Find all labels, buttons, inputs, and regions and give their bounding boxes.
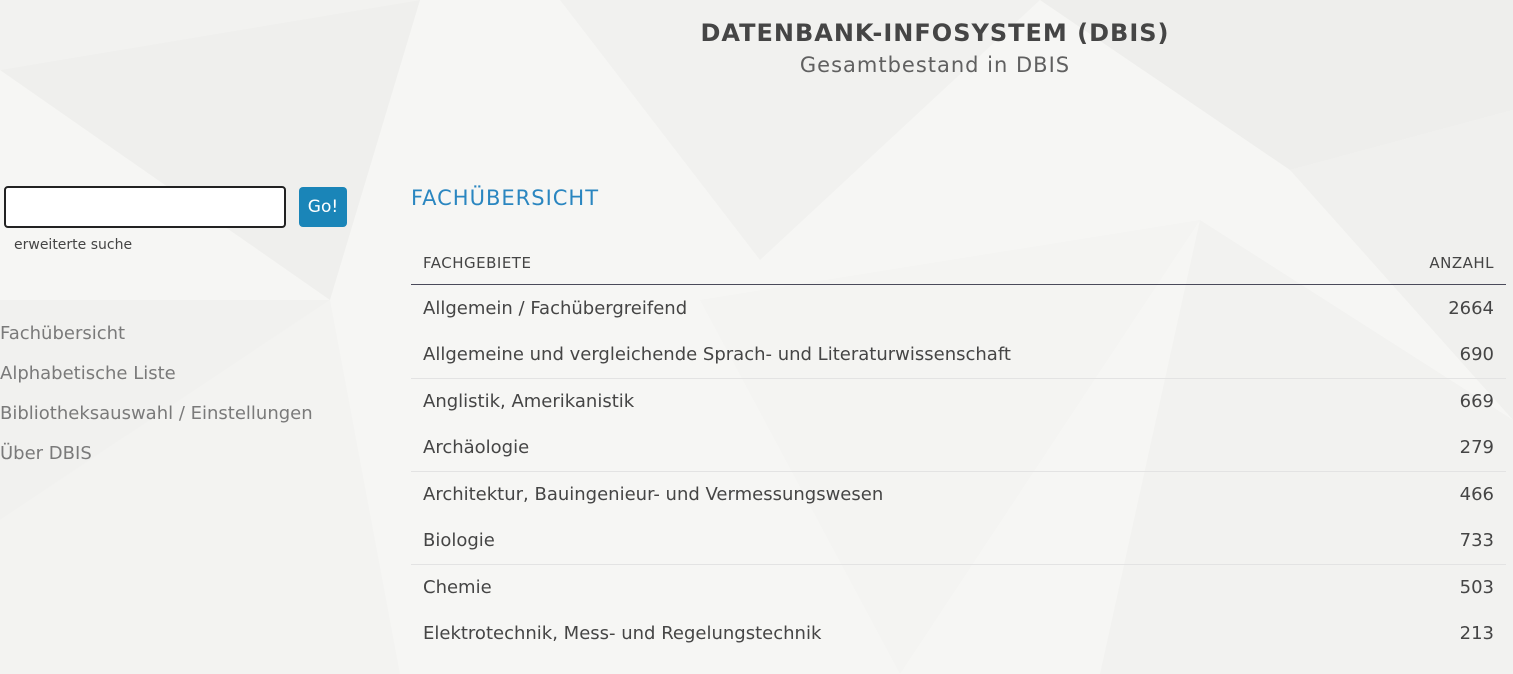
subject-count: 733 (1459, 530, 1494, 552)
subject-link[interactable]: Allgemein / Fachübergreifend (423, 298, 687, 319)
search-form: Go! (4, 186, 347, 228)
column-header-count: ANZAHL (1429, 254, 1494, 272)
table-row[interactable]: Biologie 733 (411, 518, 1506, 565)
subject-link[interactable]: Elektrotechnik, Mess- und Regelungstechn… (423, 623, 821, 644)
table-row[interactable]: Allgemein / Fachübergreifend 2664 (411, 285, 1506, 332)
search-input[interactable] (4, 186, 286, 228)
subject-count: 213 (1459, 623, 1494, 645)
subject-link[interactable]: Chemie (423, 577, 492, 598)
subject-link[interactable]: Biologie (423, 530, 495, 551)
table-row[interactable]: Elektrotechnik, Mess- und Regelungstechn… (411, 611, 1506, 658)
table-row[interactable]: Anglistik, Amerikanistik 669 (411, 378, 1506, 425)
site-title: DATENBANK-INFOSYSTEM (DBIS) (700, 19, 1170, 47)
table-row[interactable]: Chemie 503 (411, 564, 1506, 611)
subject-count: 279 (1459, 437, 1494, 459)
subject-link[interactable]: Allgemeine und vergleichende Sprach- und… (423, 344, 1011, 365)
subject-link[interactable]: Architektur, Bauingenieur- und Vermessun… (423, 484, 883, 505)
column-header-subject: FACHGEBIETE (423, 254, 532, 272)
go-button[interactable]: Go! (299, 187, 347, 227)
subject-count: 503 (1459, 577, 1494, 599)
advanced-search-link[interactable]: erweiterte suche (14, 237, 132, 253)
section-title: FACHÜBERSICHT (411, 186, 600, 210)
table-row[interactable]: Archäologie 279 (411, 425, 1506, 472)
subject-count: 669 (1459, 391, 1494, 413)
table-row[interactable]: Allgemeine und vergleichende Sprach- und… (411, 332, 1506, 379)
site-subtitle: Gesamtbestand in DBIS (799, 53, 1071, 77)
site-header: DATENBANK-INFOSYSTEM (DBIS) Gesamtbestan… (560, 16, 1310, 80)
sidebar-item-bibliotheksauswahl[interactable]: Bibliotheksauswahl / Einstellungen (0, 394, 313, 434)
sidebar-item-ueber-dbis[interactable]: Über DBIS (0, 434, 313, 474)
subject-table: FACHGEBIETE ANZAHL Allgemein / Fachüberg… (411, 242, 1506, 657)
subject-count: 690 (1459, 344, 1494, 366)
subject-count: 2664 (1448, 297, 1494, 319)
sidebar-item-alphabetische-liste[interactable]: Alphabetische Liste (0, 354, 313, 394)
subject-count: 466 (1459, 484, 1494, 506)
subject-link[interactable]: Anglistik, Amerikanistik (423, 391, 634, 412)
sidebar-item-fachuebersicht[interactable]: Fachübersicht (0, 314, 313, 354)
sidebar-nav: Fachübersicht Alphabetische Liste Biblio… (0, 314, 313, 474)
table-header: FACHGEBIETE ANZAHL (411, 242, 1506, 285)
table-row[interactable]: Architektur, Bauingenieur- und Vermessun… (411, 471, 1506, 518)
subject-link[interactable]: Archäologie (423, 437, 529, 458)
